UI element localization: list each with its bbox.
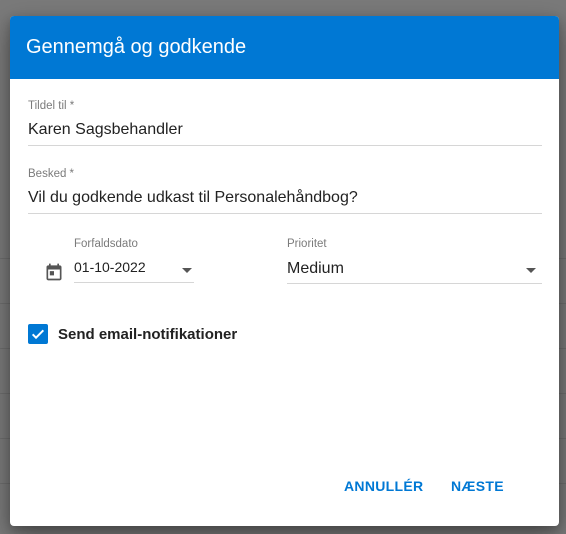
dialog-title: Gennemgå og godkende (26, 36, 247, 58)
assign-to-field[interactable]: Tildel til * Karen Sagsbehandler (28, 100, 542, 146)
assign-to-label: Tildel til * (28, 100, 75, 112)
chevron-down-icon[interactable] (526, 268, 536, 273)
message-field[interactable]: Besked * Vil du godkende udkast til Pers… (28, 168, 542, 214)
due-date-label: Forfaldsdato (74, 238, 138, 250)
calendar-icon[interactable] (44, 262, 64, 282)
email-notification-checkbox[interactable] (28, 324, 48, 344)
dialog-header: Gennemgå og godkende (10, 16, 559, 79)
priority-select[interactable]: Medium (287, 260, 542, 278)
priority-field[interactable]: Prioritet Medium (287, 238, 542, 284)
field-underline (28, 145, 542, 146)
priority-label: Prioritet (287, 238, 327, 250)
field-underline (74, 282, 194, 283)
chevron-down-icon[interactable] (182, 268, 192, 273)
assign-to-input[interactable]: Karen Sagsbehandler (28, 121, 542, 139)
field-underline (28, 213, 542, 214)
message-input[interactable]: Vil du godkende udkast til Personalehånd… (28, 189, 542, 207)
field-underline (287, 283, 542, 284)
email-notification-option[interactable]: Send email-notifikationer (28, 324, 237, 344)
message-label: Besked * (28, 168, 75, 180)
email-notification-label: Send email-notifikationer (58, 325, 238, 343)
next-button[interactable]: NÆSTE (445, 474, 510, 498)
due-date-input[interactable]: 01-10-2022 (74, 259, 194, 275)
due-date-field[interactable]: Forfaldsdato 01-10-2022 (74, 238, 194, 283)
check-icon (31, 329, 45, 340)
review-approve-dialog: Gennemgå og godkende Tildel til * Karen … (10, 16, 559, 526)
cancel-button[interactable]: ANNULLÉR (338, 474, 429, 498)
